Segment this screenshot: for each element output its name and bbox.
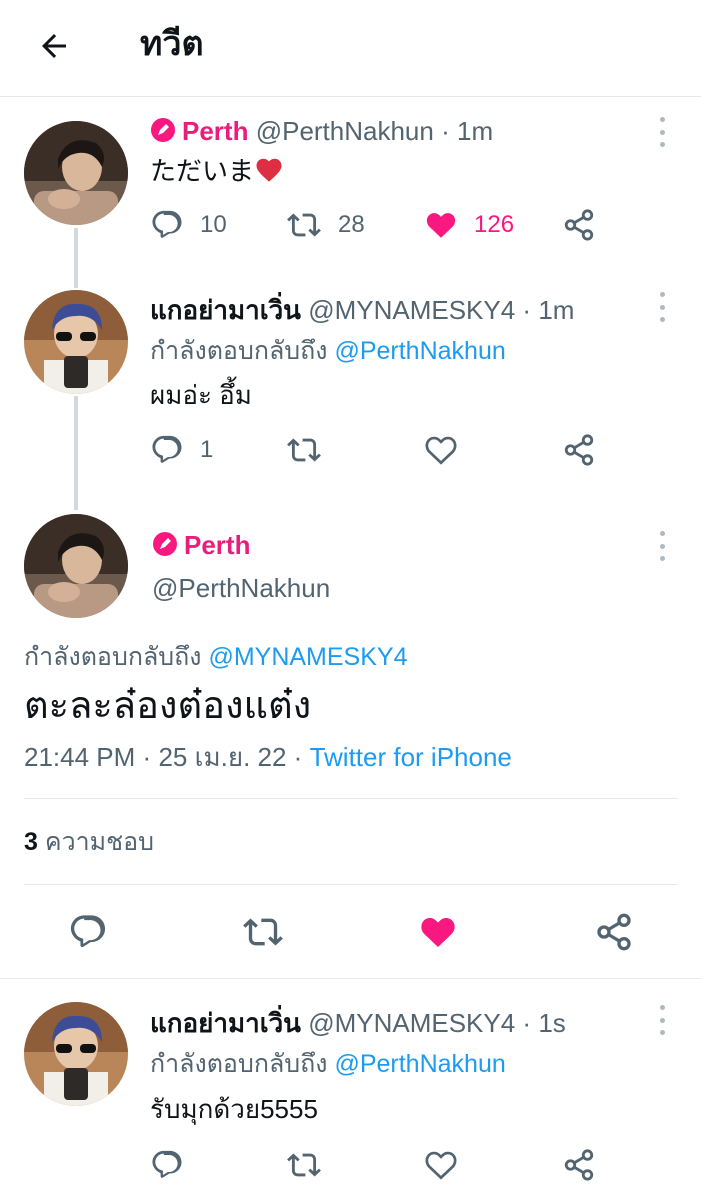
replying-to-label: กำลังตอบกลับถึง xyxy=(150,1050,328,1078)
divider xyxy=(0,978,701,979)
client-link[interactable]: Twitter for iPhone xyxy=(310,742,512,772)
retweet-button[interactable] xyxy=(286,433,322,467)
reply-icon xyxy=(152,210,182,238)
main-tweet-text: ตะละล๋องต๋องแต๋ง xyxy=(24,685,312,727)
share-icon xyxy=(597,913,631,951)
thread-line xyxy=(74,396,78,510)
likes-summary[interactable]: 3 ความชอบ xyxy=(24,825,154,859)
reply-button[interactable] xyxy=(150,1148,184,1182)
red-heart-emoji-icon xyxy=(256,158,282,182)
timestamp[interactable]: 1s xyxy=(538,1008,565,1038)
display-name[interactable]: Perth xyxy=(184,530,250,560)
arrow-left-icon xyxy=(42,34,66,58)
reply-count: 10 xyxy=(200,211,227,238)
verified-badge-icon xyxy=(151,118,175,142)
separator-dot: · xyxy=(441,116,450,146)
reply-icon xyxy=(152,1150,182,1178)
share-button[interactable] xyxy=(594,912,634,952)
tweet-meta: 21:44 PM · 25 เม.ย. 22 · Twitter for iPh… xyxy=(24,740,512,774)
verified-badge-icon xyxy=(153,532,177,556)
page-title: ทวีต xyxy=(140,25,204,63)
tweet-text: ผมอ่ะ อึ้ม xyxy=(150,380,252,410)
avatar[interactable] xyxy=(24,514,128,618)
timestamp[interactable]: 1m xyxy=(457,116,493,146)
reply-icon xyxy=(70,915,106,948)
user-handle[interactable]: @MYNAMESKY4 xyxy=(308,295,515,325)
top-bar: ทวีต xyxy=(0,0,701,97)
replying-to: กำลังตอบกลับถึง @MYNAMESKY4 xyxy=(24,640,408,674)
heart-filled-icon xyxy=(421,917,455,947)
reply-icon xyxy=(152,435,182,463)
more-options-button[interactable] xyxy=(652,117,672,147)
likes-label: ความชอบ xyxy=(44,828,154,856)
separator-dot: · xyxy=(522,1008,532,1038)
heart-outline-icon xyxy=(425,1151,457,1180)
back-button[interactable] xyxy=(30,22,78,70)
separator-dot: · xyxy=(522,295,532,325)
like-total: 3 xyxy=(24,828,38,856)
avatar[interactable] xyxy=(24,1002,128,1106)
divider xyxy=(24,884,678,885)
reply-count: 1 xyxy=(200,436,214,463)
replying-to: กำลังตอบกลับถึง @PerthNakhun xyxy=(150,334,506,368)
tweet-header: แกอย่ามาเวิ่น @MYNAMESKY4 · 1m xyxy=(150,293,574,327)
separator-dot: · xyxy=(293,742,303,772)
like-button[interactable] xyxy=(418,912,458,952)
more-options-button[interactable] xyxy=(652,292,672,322)
thread-line xyxy=(74,228,78,288)
retweet-icon xyxy=(287,438,321,462)
user-handle[interactable]: @MYNAMESKY4 xyxy=(308,1008,515,1038)
retweet-button[interactable]: 28 xyxy=(286,208,365,242)
tweet-time[interactable]: 21:44 PM xyxy=(24,742,135,772)
like-count: 126 xyxy=(474,211,515,238)
mention-link[interactable]: @MYNAMESKY4 xyxy=(208,643,407,671)
avatar[interactable] xyxy=(24,121,128,225)
divider xyxy=(24,798,678,799)
mention-link[interactable]: @PerthNakhun xyxy=(334,337,505,365)
avatar[interactable] xyxy=(24,290,128,394)
heart-outline-icon xyxy=(425,436,457,465)
share-button[interactable] xyxy=(562,433,596,467)
share-icon xyxy=(564,1149,594,1181)
retweet-icon xyxy=(243,918,283,946)
retweet-icon xyxy=(287,213,321,237)
heart-filled-icon xyxy=(426,213,456,238)
tweet-header: Perth @PerthNakhun · 1m xyxy=(150,114,493,148)
share-icon xyxy=(564,209,594,241)
tweet-text-content: ただいま xyxy=(150,156,255,186)
tweet-text: รับมุกด้วย5555 xyxy=(150,1094,318,1124)
retweet-button[interactable] xyxy=(286,1148,322,1182)
reply-button[interactable] xyxy=(68,912,108,952)
separator-dot: · xyxy=(142,742,152,772)
reply-button[interactable]: 10 xyxy=(150,208,227,242)
display-name[interactable]: แกอย่ามาเวิ่น xyxy=(150,295,301,325)
more-options-button[interactable] xyxy=(652,1005,672,1035)
replying-to-label: กำลังตอบกลับถึง xyxy=(150,337,328,365)
tweet-date[interactable]: 25 เม.ย. 22 xyxy=(158,742,286,772)
user-handle[interactable]: @PerthNakhun xyxy=(256,116,434,146)
like-button[interactable] xyxy=(424,1148,458,1182)
reply-button[interactable]: 1 xyxy=(150,433,213,467)
share-button[interactable] xyxy=(562,1148,596,1182)
like-button[interactable]: 126 xyxy=(424,208,514,242)
retweet-count: 28 xyxy=(338,211,365,238)
replying-to: กำลังตอบกลับถึง @PerthNakhun xyxy=(150,1047,506,1081)
timestamp[interactable]: 1m xyxy=(538,295,574,325)
mention-link[interactable]: @PerthNakhun xyxy=(334,1050,505,1078)
share-button[interactable] xyxy=(562,208,596,242)
main-tweet-name: Perth xyxy=(152,528,250,562)
retweet-button[interactable] xyxy=(241,912,285,952)
like-button[interactable] xyxy=(424,433,458,467)
tweet-header: แกอย่ามาเวิ่น @MYNAMESKY4 · 1s xyxy=(150,1006,566,1040)
replying-to-label: กำลังตอบกลับถึง xyxy=(24,643,202,671)
tweet-text: ただいま xyxy=(150,154,284,188)
retweet-icon xyxy=(287,1153,321,1177)
display-name[interactable]: แกอย่ามาเวิ่น xyxy=(150,1008,301,1038)
user-handle[interactable]: @PerthNakhun xyxy=(152,571,330,605)
share-icon xyxy=(564,434,594,466)
display-name[interactable]: Perth xyxy=(182,116,248,146)
more-options-button[interactable] xyxy=(652,531,672,561)
